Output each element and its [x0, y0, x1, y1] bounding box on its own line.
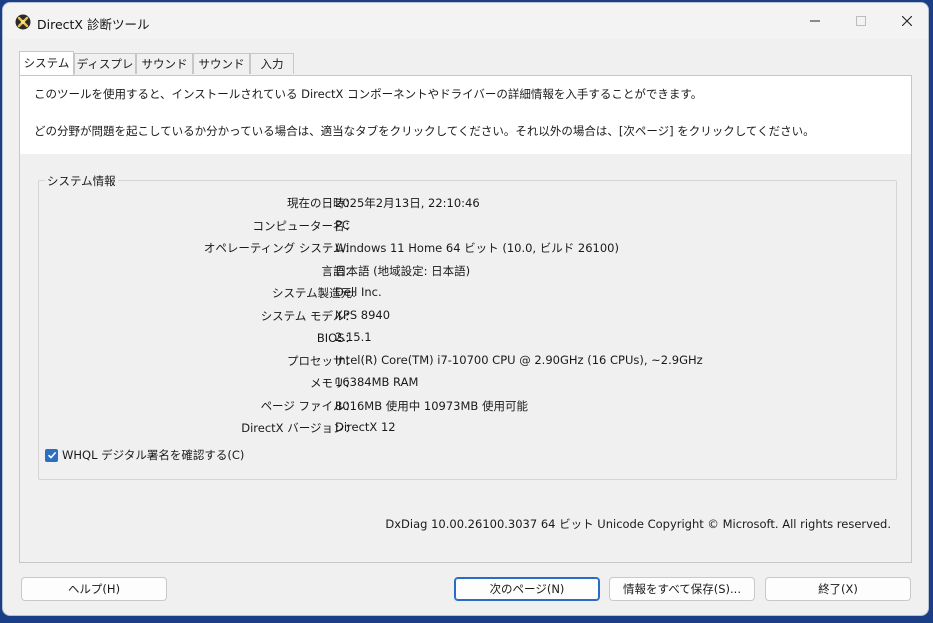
tab-sound-1[interactable]: サウンド 1: [136, 53, 193, 91]
save-all-info-button[interactable]: 情報をすべて保存(S)...: [609, 577, 755, 601]
info-value: 日本語 (地域設定: 日本語): [335, 264, 471, 278]
checkmark-icon: [47, 451, 56, 459]
next-page-button[interactable]: 次のページ(N): [454, 577, 600, 601]
close-icon: [902, 16, 912, 26]
tab-system[interactable]: システム: [19, 51, 74, 75]
info-label: プロセッサ：: [287, 354, 356, 368]
directx-app-icon: [15, 14, 31, 30]
info-label: 現在の日時：: [287, 196, 356, 210]
info-label: DirectX バージョン：: [241, 421, 356, 435]
help-button[interactable]: ヘルプ(H): [21, 577, 167, 601]
info-label: システム モデル：: [260, 309, 356, 323]
info-value: 16384MB RAM: [335, 375, 419, 389]
info-row-os: オペレーティング システム： Windows 11 Home 64 ビット (1…: [39, 240, 896, 258]
system-info-title: システム情報: [45, 173, 118, 189]
maximize-button[interactable]: [838, 3, 884, 39]
info-label: BIOS：: [316, 331, 356, 345]
info-value: Intel(R) Core(TM) i7-10700 CPU @ 2.90GHz…: [335, 353, 703, 367]
intro-area: このツールを使用すると、インストールされている DirectX コンポーネントや…: [20, 76, 911, 154]
exit-button[interactable]: 終了(X): [765, 577, 911, 601]
minimize-button[interactable]: [792, 3, 838, 39]
info-row-datetime: 現在の日時： 2025年2月13日, 22:10:46: [39, 195, 896, 213]
dxdiag-version-info: DxDiag 10.00.26100.3037 64 ビット Unicode C…: [385, 517, 891, 531]
info-label: システム製造元:: [271, 286, 356, 300]
info-value: 2025年2月13日, 22:10:46: [335, 196, 480, 210]
info-label: コンピューター名：: [252, 219, 357, 233]
info-value: 8016MB 使用中 10973MB 使用可能: [335, 399, 528, 413]
maximize-icon: [856, 16, 866, 26]
whql-label[interactable]: WHQL デジタル署名を確認する(C): [62, 447, 244, 463]
tab-input[interactable]: 入力: [250, 53, 294, 74]
tab-display[interactable]: ディスプレイ: [74, 53, 136, 91]
info-value: 2.15.1: [335, 330, 372, 344]
info-value: PC: [335, 218, 350, 232]
title-bar: DirectX 診断ツール: [3, 3, 928, 39]
info-row-processor: プロセッサ： Intel(R) Core(TM) i7-10700 CPU @ …: [39, 353, 896, 371]
info-row-language: 言語： 日本語 (地域設定: 日本語): [39, 263, 896, 281]
window-title: DirectX 診断ツール: [37, 17, 150, 32]
info-value: Dell Inc.: [335, 285, 382, 299]
info-row-directx-version: DirectX バージョン： DirectX 12: [39, 420, 896, 438]
intro-line-1: このツールを使用すると、インストールされている DirectX コンポーネントや…: [34, 87, 703, 101]
info-label: メモリ：: [310, 376, 356, 390]
info-row-manufacturer: システム製造元: Dell Inc.: [39, 285, 896, 303]
info-row-computer-name: コンピューター名： PC: [39, 218, 896, 236]
info-label: オペレーティング システム：: [203, 241, 356, 255]
tab-sound-2[interactable]: サウンド 2: [193, 53, 250, 91]
whql-checkbox[interactable]: [45, 448, 58, 462]
system-info-group: システム情報 現在の日時： 2025年2月13日, 22:10:46 コンピュー…: [38, 173, 897, 480]
system-tab-panel: このツールを使用すると、インストールされている DirectX コンポーネントや…: [19, 75, 912, 563]
intro-line-2: どの分野が問題を起こしているか分かっている場合は、適当なタブをクリックしてくださ…: [34, 124, 815, 138]
info-row-page-file: ページ ファイル： 8016MB 使用中 10973MB 使用可能: [39, 398, 896, 416]
minimize-icon: [810, 20, 820, 22]
info-value: XPS 8940: [335, 308, 391, 322]
info-label: ページ ファイル：: [260, 399, 356, 413]
close-button[interactable]: [884, 3, 928, 39]
whql-checkbox-row[interactable]: WHQL デジタル署名を確認する(C): [45, 447, 244, 463]
dxdiag-window: DirectX 診断ツール システム ディスプレイ サウンド 1 サウンド 2 …: [2, 2, 929, 616]
info-label: 言語：: [321, 264, 357, 278]
info-value: Windows 11 Home 64 ビット (10.0, ビルド 26100): [335, 241, 619, 255]
info-row-model: システム モデル： XPS 8940: [39, 308, 896, 326]
info-value: DirectX 12: [335, 420, 396, 434]
info-row-memory: メモリ： 16384MB RAM: [39, 375, 896, 393]
info-row-bios: BIOS： 2.15.1: [39, 330, 896, 348]
